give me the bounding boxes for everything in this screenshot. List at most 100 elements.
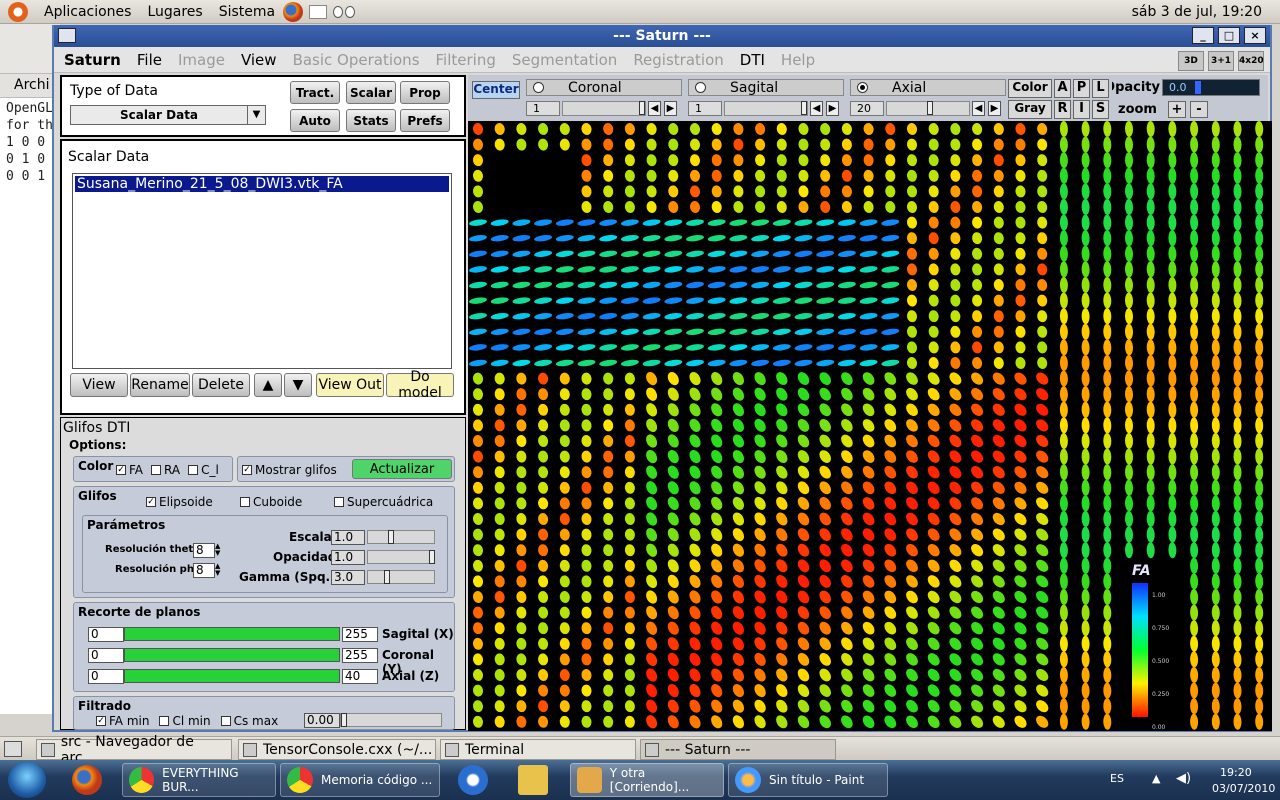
axial-radio[interactable]: Axial — [850, 79, 1006, 96]
menu-help[interactable]: Help — [781, 51, 815, 69]
delete-button[interactable]: Delete — [192, 373, 250, 397]
res-theta-field[interactable]: 8 — [193, 543, 215, 558]
top-clock[interactable]: sáb 3 de jul, 19:20 — [1132, 4, 1262, 20]
menu-image[interactable]: Image — [178, 51, 225, 69]
list-item[interactable]: Susana_Merino_21_5_08_DWI3.vtk_FA — [75, 176, 449, 192]
view-button[interactable]: View — [70, 373, 128, 397]
axial-next-arrow[interactable]: ▶ — [988, 101, 1001, 116]
prefs-button[interactable]: Prefs — [400, 109, 450, 132]
filter-value-field[interactable]: 0.00 — [304, 713, 340, 728]
opacidad-field[interactable]: 1.0 — [331, 550, 365, 565]
view-out-button[interactable]: View Out — [316, 373, 384, 397]
menu-registration[interactable]: Registration — [633, 51, 723, 69]
res-phi-stepper[interactable]: ▲ ▼ — [215, 563, 224, 578]
tray-time[interactable]: 19:20 — [1220, 766, 1252, 779]
mail-icon[interactable] — [309, 4, 328, 19]
xeyes-icon[interactable] — [333, 5, 356, 18]
menu-view[interactable]: View — [241, 51, 277, 69]
move-up-button[interactable]: ▲ — [254, 373, 282, 397]
show-desktop-icon[interactable] — [4, 741, 22, 757]
coronal-slice-field[interactable]: 1 — [526, 101, 560, 116]
layout-3plus1-button[interactable]: 3+1 — [1208, 51, 1234, 71]
win-task-everything[interactable]: EVERYTHING BUR... — [122, 763, 276, 797]
escala-slider[interactable] — [367, 530, 435, 544]
coronal-next-arrow[interactable]: ▶ — [664, 101, 677, 116]
axial-max-field[interactable]: 40 — [342, 669, 378, 684]
window-menu-icon[interactable] — [58, 28, 76, 43]
menu-sistema[interactable]: Sistema — [211, 4, 283, 20]
gamma-field[interactable]: 3.0 — [331, 570, 365, 585]
color-ra-checkbox[interactable]: RA — [151, 463, 180, 477]
zoom-out-button[interactable]: - — [1190, 101, 1208, 118]
window-titlebar[interactable]: --- Saturn --- _ □ × — [54, 25, 1270, 47]
task-saturn[interactable]: --- Saturn --- — [640, 739, 836, 760]
tray-date[interactable]: 03/07/2010 — [1212, 782, 1275, 795]
axial-prev-arrow[interactable]: ◀ — [972, 101, 985, 116]
ubuntu-logo-icon[interactable] — [8, 1, 28, 22]
escala-field[interactable]: 1.0 — [331, 530, 365, 545]
menu-aplicaciones[interactable]: Aplicaciones — [36, 4, 139, 20]
mostrar-glifos-checkbox[interactable]: ✓ Mostrar glifos — [242, 463, 337, 477]
coronal-radio[interactable]: Coronal — [526, 79, 682, 96]
type-of-data-combo[interactable]: Scalar Data ▼ — [70, 105, 266, 125]
orient-p-button[interactable]: P — [1073, 79, 1090, 98]
coronal-range-slider[interactable] — [124, 648, 340, 662]
opacity-field[interactable]: 0.0 — [1162, 79, 1260, 96]
sagital-slice-field[interactable]: 1 — [688, 101, 722, 116]
sagital-max-field[interactable]: 255 — [342, 627, 378, 642]
rename-button[interactable]: Rename — [130, 373, 190, 397]
volume-icon[interactable]: ◀) — [1176, 771, 1191, 786]
res-theta-stepper[interactable]: ▲ ▼ — [215, 543, 224, 558]
layout-3d-button[interactable]: 3D — [1178, 51, 1204, 71]
coronal-min-field[interactable]: 0 — [88, 648, 124, 663]
fa-min-checkbox[interactable]: ✓ FA min — [96, 714, 149, 728]
supercuadrica-checkbox[interactable]: Supercuádrica — [334, 495, 433, 509]
axial-range-slider[interactable] — [124, 669, 340, 683]
center-button[interactable]: Center — [472, 81, 520, 99]
menu-dti[interactable]: DTI — [740, 51, 765, 69]
opacidad-slider[interactable] — [367, 550, 435, 564]
sagital-prev-arrow[interactable]: ◀ — [810, 101, 823, 116]
scalar-data-list[interactable]: Susana_Merino_21_5_08_DWI3.vtk_FA — [72, 173, 452, 369]
axial-min-field[interactable]: 0 — [88, 669, 124, 684]
orient-s-button[interactable]: S — [1092, 100, 1109, 119]
cl-min-checkbox[interactable]: Cl min — [159, 714, 211, 728]
color-button[interactable]: Color — [1008, 79, 1052, 98]
filter-slider[interactable] — [340, 713, 442, 727]
task-tensorconsole[interactable]: TensorConsole.cxx (~/... — [238, 739, 436, 760]
cs-max-checkbox[interactable]: Cs max — [220, 714, 278, 728]
orient-i-button[interactable]: I — [1073, 100, 1090, 119]
task-navegador[interactable]: src - Navegador de arc... — [36, 734, 232, 766]
start-button[interactable] — [8, 762, 46, 798]
minimize-button[interactable]: _ — [1192, 27, 1214, 44]
close-button[interactable]: × — [1244, 27, 1266, 44]
auto-button[interactable]: Auto — [290, 109, 340, 132]
maximize-button[interactable]: □ — [1218, 27, 1240, 44]
dti-render-view[interactable]: FA 1.00 0.750 0.500 0.250 0.00 — [468, 121, 1272, 731]
stats-button[interactable]: Stats — [346, 109, 396, 132]
language-indicator[interactable]: ES — [1110, 772, 1124, 785]
menu-filtering[interactable]: Filtering — [436, 51, 496, 69]
gray-button[interactable]: Gray — [1008, 100, 1052, 119]
win-task-memoria[interactable]: Memoria código ... — [280, 763, 440, 797]
elipsoide-checkbox[interactable]: ✓ Elipsoide — [146, 495, 240, 509]
terminal-menu-label[interactable]: Archi — [0, 74, 60, 98]
zoom-in-button[interactable]: + — [1168, 101, 1186, 118]
firefox-launcher-icon[interactable] — [72, 765, 102, 795]
axial-slice-slider[interactable] — [886, 101, 970, 116]
actualizar-button[interactable]: Actualizar — [352, 459, 452, 479]
orient-l-button[interactable]: L — [1092, 79, 1109, 98]
layout-4x20-button[interactable]: 4x20 — [1238, 51, 1264, 71]
color-cl-checkbox[interactable]: C_l — [188, 463, 219, 477]
color-fa-checkbox[interactable]: ✓ FA — [116, 463, 143, 477]
sagital-range-slider[interactable] — [124, 627, 340, 641]
orient-r-button[interactable]: R — [1054, 100, 1071, 119]
do-model-button[interactable]: Do model — [386, 369, 454, 401]
tract-button[interactable]: Tract. — [290, 81, 340, 104]
chevron-down-icon[interactable]: ▼ — [247, 106, 265, 124]
sagital-slice-slider[interactable] — [724, 101, 808, 116]
show-hidden-icon[interactable]: ▲ — [1152, 772, 1160, 785]
orient-a-button[interactable]: A — [1054, 79, 1071, 98]
firefox-icon[interactable] — [283, 1, 304, 22]
task-terminal[interactable]: Terminal — [440, 739, 636, 760]
